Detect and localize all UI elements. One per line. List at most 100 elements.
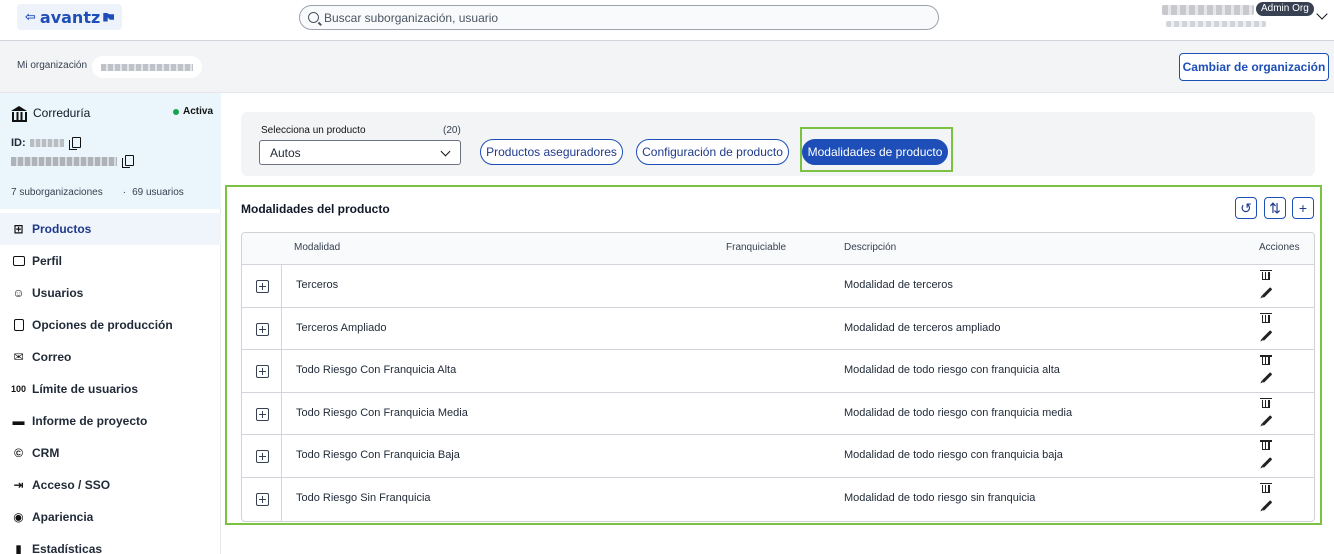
column-header-descripcion[interactable]: Descripción	[844, 242, 896, 253]
tab-productos-aseguradores[interactable]: Productos aseguradores	[480, 139, 623, 165]
sidebar-item-opciones-produccion[interactable]: Opciones de producción	[0, 309, 221, 341]
sidebar-item-acceso-sso[interactable]: ⇥ Acceso / SSO	[0, 469, 221, 501]
users-count: 69 usuarios	[132, 187, 184, 198]
sidebar-item-usuarios[interactable]: ☺ Usuarios	[0, 277, 221, 309]
expand-row-icon[interactable]	[256, 450, 269, 464]
my-organization-label: Mi organización	[17, 60, 88, 71]
edit-icon[interactable]	[1261, 372, 1273, 383]
change-organization-button[interactable]: Cambiar de organización	[1179, 53, 1329, 81]
sidebar-item-informe-proyecto[interactable]: ▬ Informe de proyecto	[0, 405, 221, 437]
selected-product-value: Autos	[270, 145, 301, 160]
logo[interactable]: ⇦ avantz	[17, 4, 122, 30]
expand-row-icon[interactable]	[256, 407, 269, 421]
cell-modalidad: Terceros	[296, 279, 339, 291]
org-id-row: ID:	[11, 137, 81, 150]
copy-icon[interactable]	[68, 137, 81, 150]
top-bar: ⇦ avantz Admin Org	[0, 0, 1334, 41]
tab-modalidades-producto[interactable]: Modalidades de producto	[802, 139, 948, 165]
delete-icon[interactable]	[1260, 482, 1272, 494]
table-row: Todo Riesgo Sin Franquicia Modalidad de t…	[242, 477, 1314, 521]
expand-row-icon[interactable]	[256, 365, 269, 379]
id-label: ID:	[11, 137, 26, 149]
login-icon: ⇥	[13, 478, 24, 492]
cell-descripcion: Modalidad de terceros	[844, 279, 953, 291]
sidebar-item-correo[interactable]: ✉ Correo	[0, 341, 221, 373]
table-row: Todo Riesgo Con Franquicia Alta Modalidad…	[242, 350, 1314, 393]
sort-button[interactable]: ⇅	[1264, 197, 1286, 219]
sidebar-item-estadisticas[interactable]: ▮ Estadísticas	[0, 533, 221, 554]
edit-icon[interactable]	[1261, 500, 1273, 511]
expand-row-icon[interactable]	[256, 322, 269, 336]
org-type-label: Correduría	[33, 106, 91, 120]
expand-row-icon[interactable]	[256, 280, 269, 293]
edit-icon[interactable]	[1261, 457, 1273, 469]
org-name-row	[11, 155, 134, 168]
eye-icon: ◉	[13, 510, 24, 524]
sidebar-item-label: Perfil	[32, 254, 63, 268]
edit-icon[interactable]	[1261, 329, 1273, 341]
edit-icon[interactable]	[1261, 287, 1273, 298]
sidebar-item-crm[interactable]: © CRM	[0, 437, 221, 469]
expand-row-icon[interactable]	[256, 492, 269, 506]
cell-descripcion: Modalidad de todo riesgo con franquicia …	[844, 364, 1060, 377]
sidebar-item-limite-usuarios[interactable]: 100 Límite de usuarios	[0, 373, 221, 405]
cell-modalidad: Todo Riesgo Con Franquicia Alta	[296, 364, 457, 377]
organization-name-redacted	[101, 64, 193, 71]
delete-icon[interactable]	[1260, 354, 1272, 366]
sidebar-item-label: Correo	[32, 350, 72, 364]
copy-icon[interactable]	[122, 155, 134, 168]
sort-icon: ⇅	[1269, 199, 1281, 216]
logo-mark-icon	[103, 12, 115, 22]
sidebar-item-label: Límite de usuarios	[32, 382, 139, 396]
hundred-icon: 100	[10, 384, 27, 394]
chevron-down-icon[interactable]	[1316, 8, 1328, 20]
org-name-redacted	[11, 156, 117, 166]
chevron-down-icon	[440, 146, 451, 157]
delete-icon[interactable]	[1260, 269, 1272, 281]
products-icon: ⊞	[13, 222, 24, 236]
user-name-redacted[interactable]	[1162, 5, 1254, 15]
users-icon: ☺	[12, 286, 25, 300]
product-count: (20)	[443, 125, 461, 136]
status-label: Activa	[183, 106, 214, 117]
edit-icon[interactable]	[1261, 414, 1273, 426]
status-dot-icon	[173, 108, 179, 115]
sidebar-item-productos[interactable]: ⊞ Productos	[0, 213, 221, 245]
organization-bar: Mi organización Cambiar de organización	[0, 41, 1334, 93]
delete-icon[interactable]	[1260, 397, 1272, 409]
product-select[interactable]: Autos	[259, 140, 461, 165]
refresh-button[interactable]: ↺	[1235, 197, 1257, 219]
add-button[interactable]: +	[1292, 197, 1314, 219]
sidebar-item-label: Estadísticas	[32, 542, 103, 554]
expand-cell	[242, 477, 282, 521]
column-header-modalidad[interactable]: Modalidad	[294, 242, 340, 253]
delete-icon[interactable]	[1260, 312, 1272, 324]
sidebar-item-perfil[interactable]: Perfil	[0, 245, 221, 277]
expand-cell	[242, 435, 282, 477]
clipboard-icon	[11, 319, 26, 332]
table-row: Terceros Ampliado Modalidad de terceros a…	[242, 307, 1314, 351]
bank-icon	[11, 106, 28, 122]
sidebar-nav: ⊞ Productos Perfil ☺ Usuarios Opciones d…	[0, 213, 221, 554]
sidebar-item-label: Acceso / SSO	[32, 478, 111, 492]
profile-icon	[11, 255, 26, 268]
cell-descripcion: Modalidad de todo riesgo sin franquicia	[844, 491, 1036, 504]
search-input[interactable]	[324, 10, 924, 25]
sidebar-item-apariencia[interactable]: ◉ Apariencia	[0, 501, 221, 533]
organization-card: Correduría Activa ID: 7 suborganizacione…	[0, 93, 221, 209]
user-email-redacted	[1166, 21, 1266, 27]
sidebar: Correduría Activa ID: 7 suborganizacione…	[0, 93, 221, 554]
folder-icon: ▬	[12, 414, 25, 428]
cell-modalidad: Terceros Ampliado	[296, 321, 387, 334]
section-title: Modalidades del producto	[241, 202, 390, 216]
column-header-franquiciable[interactable]: Franquiciable	[726, 242, 786, 253]
search-icon	[308, 12, 319, 23]
cell-descripcion: Modalidad de terceros ampliado	[844, 321, 1001, 334]
org-type: Correduría	[11, 106, 91, 122]
status-badge: Activa	[173, 106, 213, 117]
cell-descripcion: Modalidad de todo riesgo con franquicia …	[844, 449, 1063, 462]
suborganizations-count: 7 suborganizaciones	[11, 187, 103, 198]
tab-configuracion-producto[interactable]: Configuración de producto	[636, 139, 789, 165]
search-bar[interactable]	[299, 5, 939, 30]
delete-icon[interactable]	[1260, 439, 1272, 451]
